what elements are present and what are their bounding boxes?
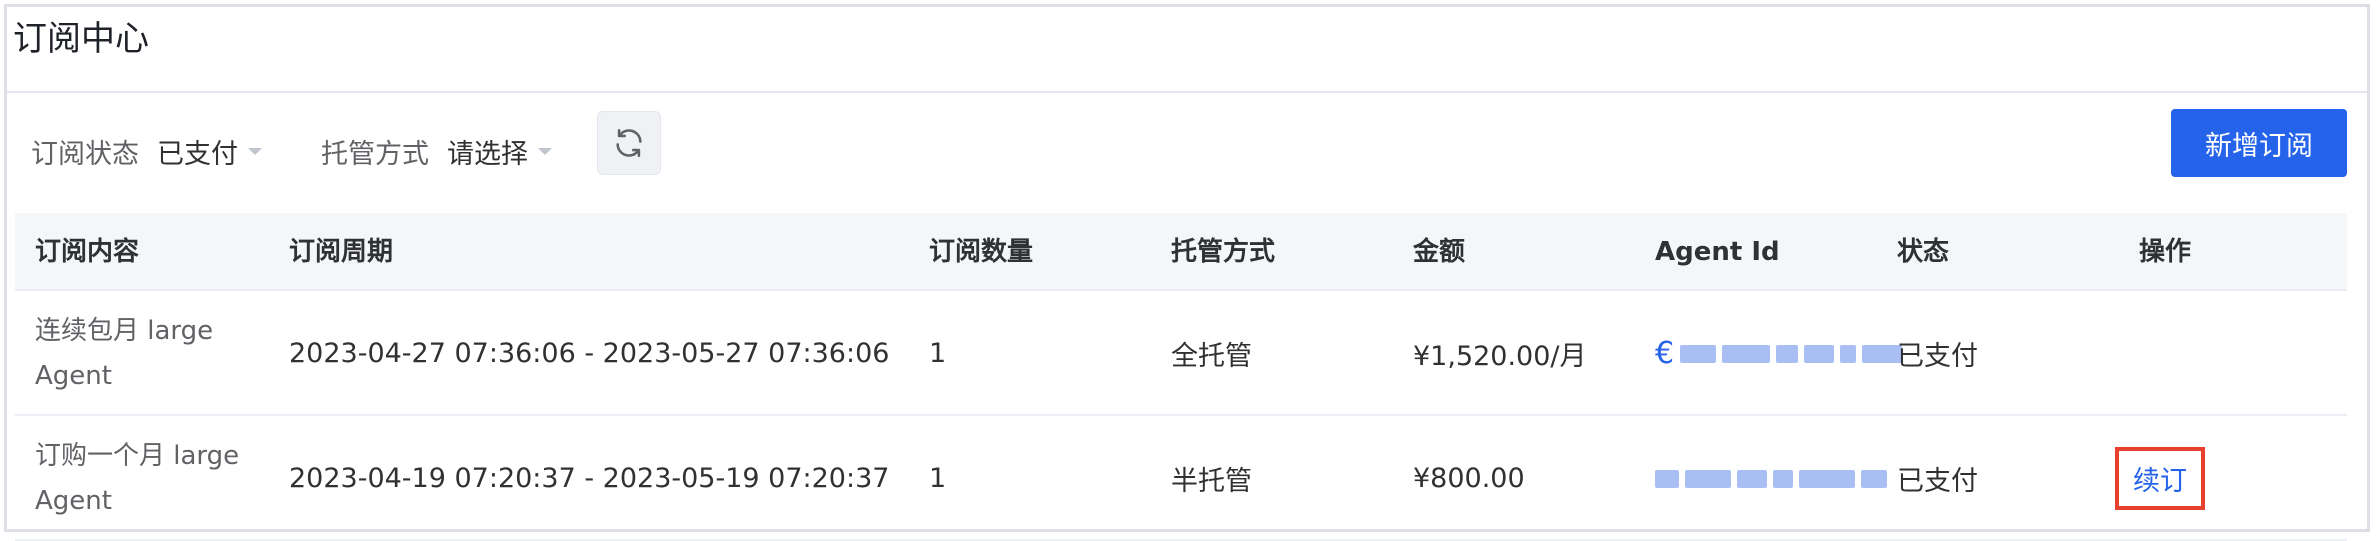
hosting-select-value: 请选择 (447, 138, 528, 170)
table-header: 订阅内容 订阅周期 订阅数量 托管方式 金额 Agent Id 状态 操作 (15, 213, 2347, 291)
highlight-box: 续订 (2115, 447, 2205, 510)
cell-period: 2023-04-27 07:36:06 - 2023-05-27 07:36:0… (289, 338, 890, 369)
hosting-select[interactable]: 请选择 (447, 132, 552, 171)
column-header: 订阅内容 (35, 237, 140, 267)
refresh-icon (616, 128, 642, 158)
page-title: 订阅中心 (13, 19, 149, 59)
cell-status: 已支付 (1897, 466, 1978, 497)
status-filter-label: 订阅状态 (31, 138, 139, 170)
status-filter: 订阅状态 已支付 (31, 127, 262, 175)
filter-bar: 订阅状态 已支付 托管方式 请选择 新增订阅 (7, 93, 2367, 213)
cell-period: 2023-04-19 07:20:37 - 2023-05-19 07:20:3… (289, 463, 890, 494)
status-select[interactable]: 已支付 (157, 132, 262, 171)
column-header: 托管方式 (1171, 237, 1276, 267)
cell-amount: ¥800.00 (1413, 463, 1525, 494)
column-header: 状态 (1897, 237, 1950, 267)
hosting-filter-label: 托管方式 (321, 138, 429, 170)
status-select-value: 已支付 (157, 138, 238, 170)
subscription-panel: 订阅中心 订阅状态 已支付 托管方式 请选择 新增订阅 订阅内容 订阅周期 订阅… (4, 4, 2370, 541)
table-row: 订购一个月 large Agent 2023-04-19 07:20:37 - … (15, 416, 2347, 541)
hosting-filter: 托管方式 请选择 (321, 127, 552, 175)
column-header: 金额 (1413, 237, 1466, 267)
add-subscription-button[interactable]: 新增订阅 (2171, 109, 2347, 177)
caret-down-icon (538, 147, 552, 155)
page-header: 订阅中心 (7, 7, 2367, 93)
cell-quantity: 1 (929, 463, 947, 494)
agent-id-prefix: € (1655, 336, 1675, 371)
column-header: Agent Id (1655, 237, 1780, 267)
subscription-table: 订阅内容 订阅周期 订阅数量 托管方式 金额 Agent Id 状态 操作 连续… (15, 213, 2347, 541)
cell-quantity: 1 (929, 338, 947, 369)
cell-action: 续订 (2115, 416, 2205, 541)
refresh-button[interactable] (597, 111, 661, 175)
column-header: 订阅周期 (289, 237, 394, 267)
agent-id-redacted (1655, 469, 1887, 488)
cell-status: 已支付 (1897, 341, 1978, 372)
cell-agent-id: € (1655, 291, 1903, 416)
agent-id-redacted (1680, 344, 1903, 363)
cell-agent-id (1655, 416, 1887, 541)
caret-down-icon (248, 147, 262, 155)
column-header: 订阅数量 (929, 237, 1034, 267)
cell-amount: ¥1,520.00/月 (1413, 341, 1587, 372)
cell-content: 订购一个月 large Agent (35, 440, 240, 516)
table-row: 连续包月 large Agent 2023-04-27 07:36:06 - 2… (15, 291, 2347, 416)
renew-link[interactable]: 续订 (2133, 459, 2187, 498)
column-header: 操作 (2139, 237, 2192, 267)
cell-hosting: 全托管 (1171, 341, 1252, 372)
cell-hosting: 半托管 (1171, 466, 1252, 497)
cell-content: 连续包月 large Agent (35, 315, 214, 391)
